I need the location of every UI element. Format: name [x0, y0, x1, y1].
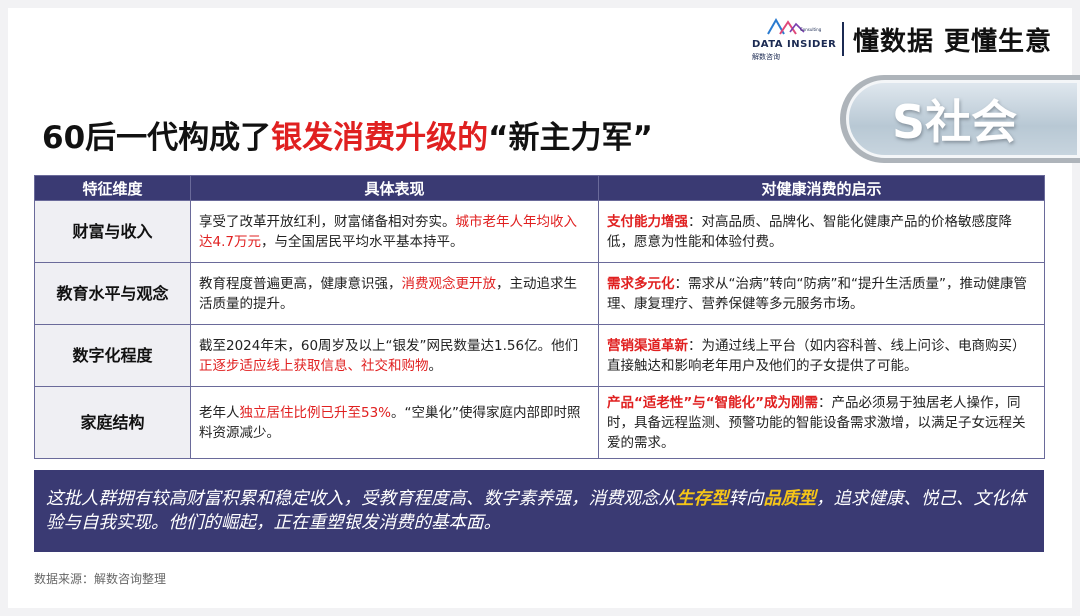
- title-part-1: 60后一代构成了: [42, 120, 272, 156]
- detail-text: 教育程度普遍更高，健康意识强，: [199, 275, 402, 292]
- detail-text: 享受了改革开放红利，财富储备相对夯实。: [199, 213, 456, 230]
- feature-table: 特征维度 具体表现 对健康消费的启示 财富与收入 享受了改革开放红利，财富储备相…: [34, 175, 1045, 459]
- detail-text: 截至2024年末，60周岁及以上“银发”网民数量达1.56亿。他们: [199, 337, 579, 354]
- title-part-3: “新主力军”: [488, 120, 653, 156]
- slogan: 懂数据 更懂生意: [853, 27, 1053, 57]
- detail-text: 。: [428, 357, 443, 374]
- logo-text: DATA INSIDER: [752, 39, 837, 50]
- section-badge-label: S社会: [892, 95, 1018, 149]
- detail-cell: 老年人独立居住比例已升至53%。“空巢化”使得家庭内部即时照料资源减少。: [190, 386, 599, 459]
- insight-key: 产品“适老性”与“智能化”成为刚需: [607, 394, 818, 411]
- insight-cell: 需求多元化：需求从“治病”转向“防病”和“提升生活质量”，推动健康管理、康复理疗…: [598, 262, 1045, 325]
- logo-subtext: 解数咨询: [752, 53, 780, 61]
- detail-cell: 截至2024年末，60周岁及以上“银发”网民数量达1.56亿。他们正逐步适应线上…: [190, 324, 599, 387]
- feature-cell: 财富与收入: [34, 200, 191, 263]
- detail-highlight: 正逐步适应线上获取信息、社交和购物: [199, 357, 429, 374]
- summary-text: 这批人群拥有较高财富积累和稳定收入，受教育程度高、数字素养强，消费观念从: [46, 489, 676, 509]
- table-header-row: 特征维度 具体表现 对健康消费的启示: [34, 175, 1045, 201]
- page-title: 60后一代构成了银发消费升级的“新主力军”: [42, 112, 653, 157]
- table-row: 教育水平与观念 教育程度普遍更高，健康意识强，消费观念更开放，主动追求生活质量的…: [34, 262, 1045, 325]
- feature-cell: 教育水平与观念: [34, 262, 191, 325]
- slogan-divider: [842, 22, 844, 56]
- insight-key: 营销渠道革新: [607, 337, 688, 354]
- detail-highlight: 独立居住比例已升至53%: [239, 404, 392, 421]
- insight-cell: 营销渠道革新：为通过线上平台（如内容科普、线上问诊、电商购买）直接触达和影响老年…: [598, 324, 1045, 387]
- detail-text: ，与全国居民平均水平基本持平。: [260, 233, 464, 250]
- data-source-note: 数据来源：解数咨询整理: [34, 572, 167, 586]
- summary-box: 这批人群拥有较高财富积累和稳定收入，受教育程度高、数字素养强，消费观念从生存型转…: [34, 470, 1044, 552]
- summary-text: 转向: [728, 489, 764, 509]
- feature-cell: 家庭结构: [34, 386, 191, 459]
- summary-key-survival: 生存型: [676, 489, 729, 509]
- table-row: 财富与收入 享受了改革开放红利，财富储备相对夯实。城市老年人年均收入达4.7万元…: [34, 200, 1045, 263]
- detail-cell: 享受了改革开放红利，财富储备相对夯实。城市老年人年均收入达4.7万元，与全国居民…: [190, 200, 599, 263]
- insight-key: 需求多元化: [607, 275, 675, 292]
- feature-cell: 数字化程度: [34, 324, 191, 387]
- detail-highlight: 消费观念更开放: [401, 275, 497, 292]
- table-row: 数字化程度 截至2024年末，60周岁及以上“银发”网民数量达1.56亿。他们正…: [34, 324, 1045, 387]
- detail-cell: 教育程度普遍更高，健康意识强，消费观念更开放，主动追求生活质量的提升。: [190, 262, 599, 325]
- col-header-detail: 具体表现: [190, 175, 599, 201]
- detail-text: 老年人: [199, 404, 240, 421]
- insight-key: 支付能力增强: [607, 213, 688, 230]
- data-insider-logo: Consulting DATA INSIDER 解数咨询: [752, 16, 836, 61]
- insight-cell: 支付能力增强：对高品质、品牌化、智能化健康产品的价格敏感度降低，愿意为性能和体验…: [598, 200, 1045, 263]
- col-header-feature: 特征维度: [34, 175, 191, 201]
- col-header-insight: 对健康消费的启示: [598, 175, 1045, 201]
- logo-tagline: Consulting: [800, 27, 822, 32]
- table-row: 家庭结构 老年人独立居住比例已升至53%。“空巢化”使得家庭内部即时照料资源减少…: [34, 386, 1045, 459]
- insight-cell: 产品“适老性”与“智能化”成为刚需：产品必须易于独居老人操作，同时，具备远程监测…: [598, 386, 1045, 459]
- summary-key-quality: 品质型: [763, 489, 817, 509]
- title-highlight: 银发消费升级的: [271, 120, 489, 156]
